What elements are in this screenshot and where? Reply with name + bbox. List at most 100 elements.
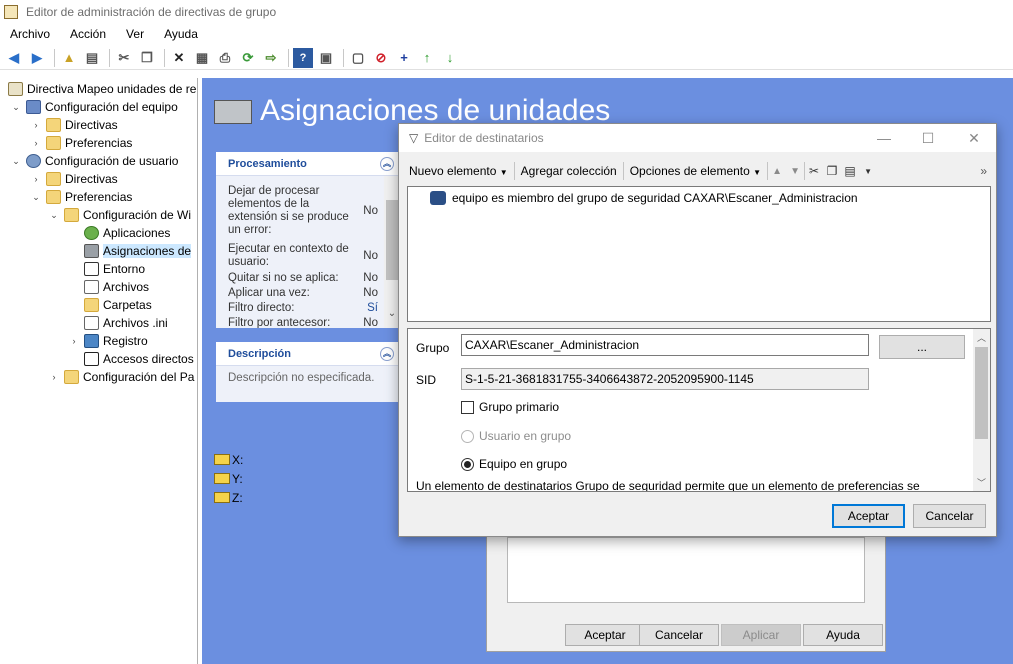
tree-item-windows-config[interactable]: ⌄ Configuración de Wi — [48, 206, 191, 224]
aceptar-button[interactable]: Aceptar — [832, 504, 905, 528]
chevron-down-icon[interactable]: ⌄ — [10, 102, 22, 113]
overflow-chevron-icon[interactable]: » — [974, 164, 993, 178]
cut-icon[interactable]: ✂ — [114, 48, 134, 68]
help-icon[interactable]: ? — [293, 47, 313, 68]
chevron-down-icon[interactable]: ⌄ — [10, 156, 22, 167]
stop-icon[interactable]: ⊘ — [371, 48, 391, 68]
user-in-group-radio[interactable]: Usuario en grupo — [461, 429, 571, 443]
dialog-title-bar: ▽ Editor de destinatarios — ☐ ✕ — [399, 124, 996, 152]
item-options-dropdown[interactable]: Opciones de elemento ▼ — [624, 164, 767, 178]
forward-arrow-icon[interactable]: ▶ — [27, 48, 47, 68]
processing-row: Dejar de procesar elementos de la extens… — [228, 185, 378, 236]
tree-item-user-config[interactable]: ⌄ Configuración de usuario — [10, 152, 178, 170]
menu-ayuda[interactable]: Ayuda — [154, 27, 208, 41]
tree-item-user-policies[interactable]: › Directivas — [30, 170, 118, 188]
tree-item-computer-preferences[interactable]: › Preferencias — [30, 134, 132, 152]
tree-item-shortcuts[interactable]: Accesos directos — [84, 350, 194, 368]
primary-group-checkbox[interactable]: Grupo primario — [461, 400, 559, 414]
cut-icon[interactable]: ✂ — [805, 164, 823, 178]
folder-icon — [84, 298, 99, 312]
menu-ver[interactable]: Ver — [116, 27, 154, 41]
new-item-dropdown[interactable]: Nuevo elemento ▼ — [403, 164, 514, 178]
bg-aceptar-button[interactable]: Aceptar — [565, 624, 645, 646]
tree-item-ini-files[interactable]: Archivos .ini — [84, 314, 168, 332]
tree-item-registry[interactable]: › Registro — [68, 332, 148, 350]
add-icon[interactable]: + — [394, 48, 414, 68]
bg-aplicar-button[interactable]: Aplicar — [721, 624, 801, 646]
copy-icon[interactable]: ❐ — [137, 48, 157, 68]
tree-item-control-panel[interactable]: › Configuración del Pa — [48, 368, 194, 386]
group-input[interactable]: CAXAR\Escaner_Administracion — [461, 334, 869, 356]
tree-item-user-preferences[interactable]: ⌄ Preferencias — [30, 188, 132, 206]
shortcut-icon — [84, 352, 99, 366]
folder-icon — [46, 136, 61, 150]
chevron-right-icon[interactable]: › — [30, 120, 42, 130]
export-icon[interactable]: ⇨ — [261, 48, 281, 68]
properties-scrollbar[interactable]: ︿ ﹀ — [973, 329, 990, 491]
chevron-right-icon[interactable]: › — [68, 336, 80, 346]
tree-item-files[interactable]: Archivos — [84, 278, 149, 296]
main-toolbar: ◀ ▶ ▲ ▤ ✂ ❐ ✕ ▦ ⎙ ⟳ ⇨ ? ▣ ▢ ⊘ + ↑ ↓ — [0, 46, 1013, 70]
menu-archivo[interactable]: Archivo — [0, 27, 60, 41]
print-icon[interactable]: ⎙ — [215, 48, 235, 68]
move-down-icon[interactable]: ▼ — [786, 166, 804, 177]
scroll-down-icon[interactable]: ﹀ — [973, 474, 990, 491]
chevron-down-icon[interactable]: ⌄ — [48, 210, 60, 221]
chevron-right-icon[interactable]: › — [30, 138, 42, 148]
list-item[interactable]: X: — [214, 450, 243, 469]
sid-field[interactable]: S-1-5-21-3681831755-3406643872-205209590… — [461, 368, 869, 390]
show-hide-tree-icon[interactable]: ▤ — [82, 48, 102, 68]
chevron-right-icon[interactable]: › — [30, 174, 42, 184]
scroll-up-icon[interactable]: ︿ — [973, 329, 990, 346]
chevron-down-icon[interactable]: ⌄ — [30, 192, 42, 203]
new-item-icon[interactable]: ▢ — [348, 48, 368, 68]
comment-textarea[interactable] — [507, 537, 865, 603]
cancelar-button[interactable]: Cancelar — [913, 504, 986, 528]
gpo-editor-app-icon — [4, 5, 18, 19]
processing-row: Aplicar una vez: No — [228, 287, 378, 299]
move-up-icon[interactable]: ↑ — [417, 48, 437, 68]
view-icon[interactable]: ▣ — [316, 48, 336, 68]
dialog-title: Editor de destinatarios — [424, 131, 544, 145]
add-collection-button[interactable]: Agregar colección — [515, 164, 623, 178]
dropdown-arrow-icon[interactable]: ▼ — [859, 167, 877, 176]
minimize-icon[interactable]: — — [869, 128, 899, 148]
list-item[interactable]: Z: — [214, 488, 243, 507]
bg-cancelar-button[interactable]: Cancelar — [639, 624, 719, 646]
up-folder-icon[interactable]: ▲ — [59, 48, 79, 68]
tree-item-computer-policies[interactable]: › Directivas — [30, 116, 118, 134]
processing-header[interactable]: Procesamiento ︽ — [216, 152, 400, 176]
tree-item-environment[interactable]: Entorno — [84, 260, 145, 278]
back-arrow-icon[interactable]: ◀ — [4, 48, 24, 68]
drive-icon — [214, 454, 230, 465]
paste-icon[interactable]: ▤ — [841, 164, 859, 178]
copy-icon[interactable]: ❐ — [823, 164, 841, 178]
delete-icon[interactable]: ✕ — [169, 48, 189, 68]
tree-item-folders[interactable]: Carpetas — [84, 296, 152, 314]
browse-group-button[interactable]: ... — [879, 335, 965, 359]
computer-in-group-radio[interactable]: Equipo en grupo — [461, 457, 567, 471]
list-item[interactable]: equipo es miembro del grupo de seguridad… — [430, 191, 858, 205]
tree-item-drive-maps[interactable]: Asignaciones de — [84, 242, 192, 260]
menu-accion[interactable]: Acción — [60, 27, 116, 41]
move-up-icon[interactable]: ▲ — [768, 166, 786, 177]
tree-item-applications[interactable]: Aplicaciones — [84, 224, 170, 242]
console-tree: Directiva Mapeo unidades de re ⌄ Configu… — [0, 78, 198, 664]
group-label: Grupo — [416, 341, 450, 355]
folder-icon — [64, 208, 79, 222]
tree-item-computer-config[interactable]: ⌄ Configuración del equipo — [10, 98, 178, 116]
menu-bar: Archivo Acción Ver Ayuda — [0, 24, 1013, 44]
close-icon[interactable]: ✕ — [959, 128, 989, 148]
collapse-icon[interactable]: ︽ — [380, 346, 394, 361]
move-down-icon[interactable]: ↓ — [440, 48, 460, 68]
description-header[interactable]: Descripción ︽ — [216, 342, 400, 366]
refresh-icon[interactable]: ⟳ — [238, 48, 258, 68]
tree-item-policy-root[interactable]: Directiva Mapeo unidades de re — [8, 80, 196, 98]
bg-ayuda-button[interactable]: Ayuda — [803, 624, 883, 646]
chevron-right-icon[interactable]: › — [48, 372, 60, 382]
maximize-icon[interactable]: ☐ — [913, 128, 943, 148]
drive-map-icon — [84, 244, 99, 258]
properties-icon[interactable]: ▦ — [192, 48, 212, 68]
list-item[interactable]: Y: — [214, 469, 243, 488]
collapse-icon[interactable]: ︽ — [380, 156, 394, 171]
